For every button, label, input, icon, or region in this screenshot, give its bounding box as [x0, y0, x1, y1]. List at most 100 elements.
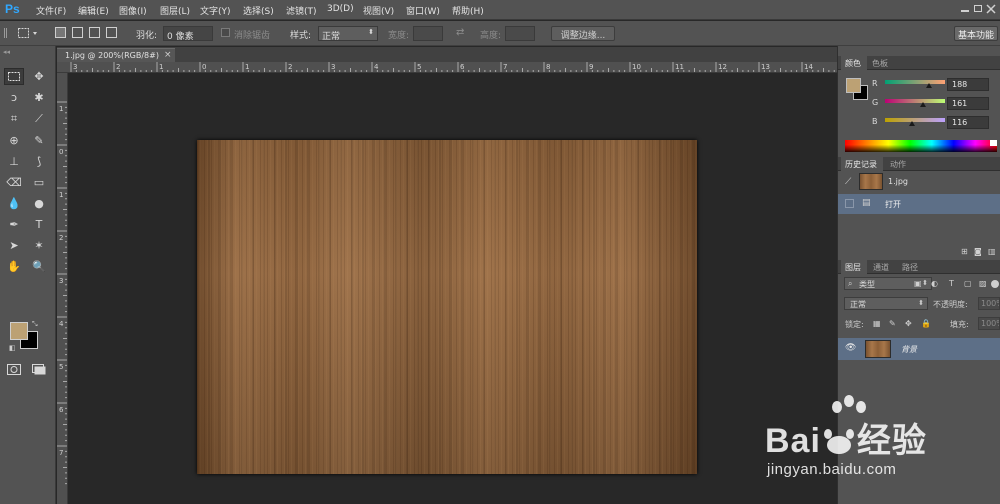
menu-window[interactable]: 窗口(W): [406, 4, 440, 17]
eraser-tool-icon[interactable]: ⌫: [4, 174, 24, 191]
close-icon[interactable]: [986, 2, 996, 14]
blur-tool-icon[interactable]: 💧: [4, 195, 24, 212]
fill-label: 填充:: [950, 320, 969, 329]
lock-transparent-icon[interactable]: ▦: [873, 319, 881, 328]
tab-color[interactable]: 颜色: [845, 58, 861, 69]
quick-mask-icon[interactable]: [4, 362, 24, 379]
blend-mode-select[interactable]: 正常 ⬍: [844, 297, 928, 310]
menu-select[interactable]: 选择(S): [243, 4, 274, 17]
filter-toggle-icon[interactable]: [991, 280, 999, 288]
brush-tool-icon[interactable]: ✎: [29, 132, 49, 149]
tab-history[interactable]: 历史记录: [845, 159, 877, 170]
menu-help[interactable]: 帮助(H): [452, 4, 484, 17]
filter-shape-icon[interactable]: ▢: [964, 279, 972, 288]
lock-position-icon[interactable]: ✥: [905, 319, 912, 328]
hand-tool-icon[interactable]: ✋: [4, 258, 24, 275]
pen-tool-icon[interactable]: ✒: [4, 216, 24, 233]
lasso-tool-icon[interactable]: ↄ: [4, 89, 24, 106]
fill-input[interactable]: 100%: [978, 317, 1000, 330]
ruler-h-label: 4: [374, 63, 379, 71]
ruler-h-label: 9: [589, 63, 593, 71]
default-colors-icon[interactable]: ◧: [9, 344, 16, 352]
tab-layers[interactable]: 图层: [845, 262, 861, 273]
healing-brush-tool-icon[interactable]: ⊕: [4, 132, 24, 149]
collapse-icon[interactable]: ◂◂: [3, 48, 10, 56]
history-snapshot-row[interactable]: ⟋ 1.jpg: [838, 172, 1000, 192]
width-input[interactable]: [413, 26, 443, 41]
refine-edge-button[interactable]: 调整边缘...: [551, 26, 615, 41]
spectrum-white-swatch[interactable]: [990, 140, 997, 146]
swap-icon[interactable]: ⇄: [456, 27, 464, 38]
path-select-tool-icon[interactable]: ➤: [4, 237, 24, 254]
clone-stamp-tool-icon[interactable]: ⊥: [4, 153, 24, 170]
g-slider-thumb[interactable]: [919, 102, 926, 107]
workspace-button[interactable]: 基本功能: [954, 26, 998, 41]
crop-tool-icon[interactable]: ⌗: [4, 110, 24, 127]
gradient-tool-icon[interactable]: ▭: [29, 174, 49, 191]
add-selection-icon[interactable]: [72, 27, 83, 38]
lock-all-icon[interactable]: 🔒: [921, 319, 931, 328]
tab-channels[interactable]: 通道: [873, 262, 889, 273]
zoom-tool-icon[interactable]: 🔍: [29, 258, 49, 275]
g-slider[interactable]: [885, 99, 945, 103]
filter-pixel-icon[interactable]: ▣: [914, 279, 922, 288]
new-document-from-state-icon[interactable]: ⊞: [961, 247, 968, 256]
tab-paths[interactable]: 路径: [902, 262, 918, 273]
menu-type[interactable]: 文字(Y): [200, 4, 231, 17]
document-tab[interactable]: 1.jpg @ 200%(RGB/8#) ×: [57, 48, 175, 62]
shape-tool-icon[interactable]: ✶: [29, 237, 49, 254]
eye-icon[interactable]: 👁: [845, 343, 856, 353]
g-value-input[interactable]: 161: [947, 97, 989, 110]
antialias-checkbox[interactable]: [221, 28, 230, 37]
trash-icon[interactable]: ▥: [988, 247, 996, 256]
r-slider-thumb[interactable]: [926, 83, 933, 88]
new-snapshot-icon[interactable]: ◙: [974, 247, 982, 256]
filter-smart-object-icon[interactable]: ▨: [979, 279, 987, 288]
wood-texture-image[interactable]: [197, 140, 697, 474]
tab-actions[interactable]: 动作: [890, 159, 906, 170]
filter-adjustment-icon[interactable]: ◐: [931, 279, 938, 288]
menu-filter[interactable]: 滤镜(T): [286, 4, 317, 17]
marquee-preset-icon[interactable]: [17, 26, 41, 40]
filter-type-label: 类型: [859, 280, 875, 289]
history-source-checkbox[interactable]: [845, 199, 854, 208]
history-step-row[interactable]: ▤ 打开: [838, 194, 1000, 214]
foreground-color-swatch[interactable]: [10, 322, 28, 340]
height-input[interactable]: [505, 26, 535, 41]
tab-swatches[interactable]: 色板: [872, 58, 888, 69]
lock-pixels-icon[interactable]: ✎: [889, 319, 896, 328]
opacity-input[interactable]: 100%: [978, 297, 1000, 310]
subtract-selection-icon[interactable]: [89, 27, 100, 38]
b-slider-thumb[interactable]: [909, 121, 916, 126]
restore-icon[interactable]: [973, 2, 983, 14]
r-slider[interactable]: [885, 80, 945, 84]
dodge-tool-icon[interactable]: ●: [29, 195, 49, 212]
rect-marquee-tool-icon[interactable]: [4, 68, 24, 85]
eyedropper-tool-icon[interactable]: ⟋: [29, 110, 49, 127]
minimize-icon[interactable]: [960, 2, 970, 14]
document-close-icon[interactable]: ×: [164, 50, 172, 60]
feather-input[interactable]: 0 像素: [163, 26, 213, 42]
menu-3d[interactable]: 3D(D): [327, 4, 354, 14]
style-select[interactable]: 正常 ⬍: [318, 26, 378, 42]
b-value-input[interactable]: 116: [947, 116, 989, 129]
layer-row[interactable]: 👁 背景: [838, 338, 1000, 360]
move-tool-icon[interactable]: ✥: [29, 68, 49, 85]
menu-file[interactable]: 文件(F): [36, 4, 66, 17]
history-brush-tool-icon[interactable]: ⟆: [29, 153, 49, 170]
filter-type-icon[interactable]: T: [949, 279, 954, 288]
menu-edit[interactable]: 编辑(E): [78, 4, 109, 17]
magic-wand-tool-icon[interactable]: ✱: [29, 89, 49, 106]
menu-view[interactable]: 视图(V): [363, 4, 394, 17]
screen-mode-icon[interactable]: [29, 362, 49, 379]
snapshot-thumbnail: [859, 173, 883, 190]
new-selection-icon[interactable]: [55, 27, 66, 38]
panel-foreground-swatch[interactable]: [846, 78, 861, 93]
r-value-input[interactable]: 188: [947, 78, 989, 91]
menu-layer[interactable]: 图层(L): [160, 4, 190, 17]
history-brush-source-icon[interactable]: ⟋: [845, 177, 851, 187]
type-tool-icon[interactable]: T: [29, 216, 49, 233]
intersect-selection-icon[interactable]: [106, 27, 117, 38]
swap-colors-icon[interactable]: ⤡: [32, 320, 38, 329]
menu-image[interactable]: 图像(I): [119, 4, 147, 17]
